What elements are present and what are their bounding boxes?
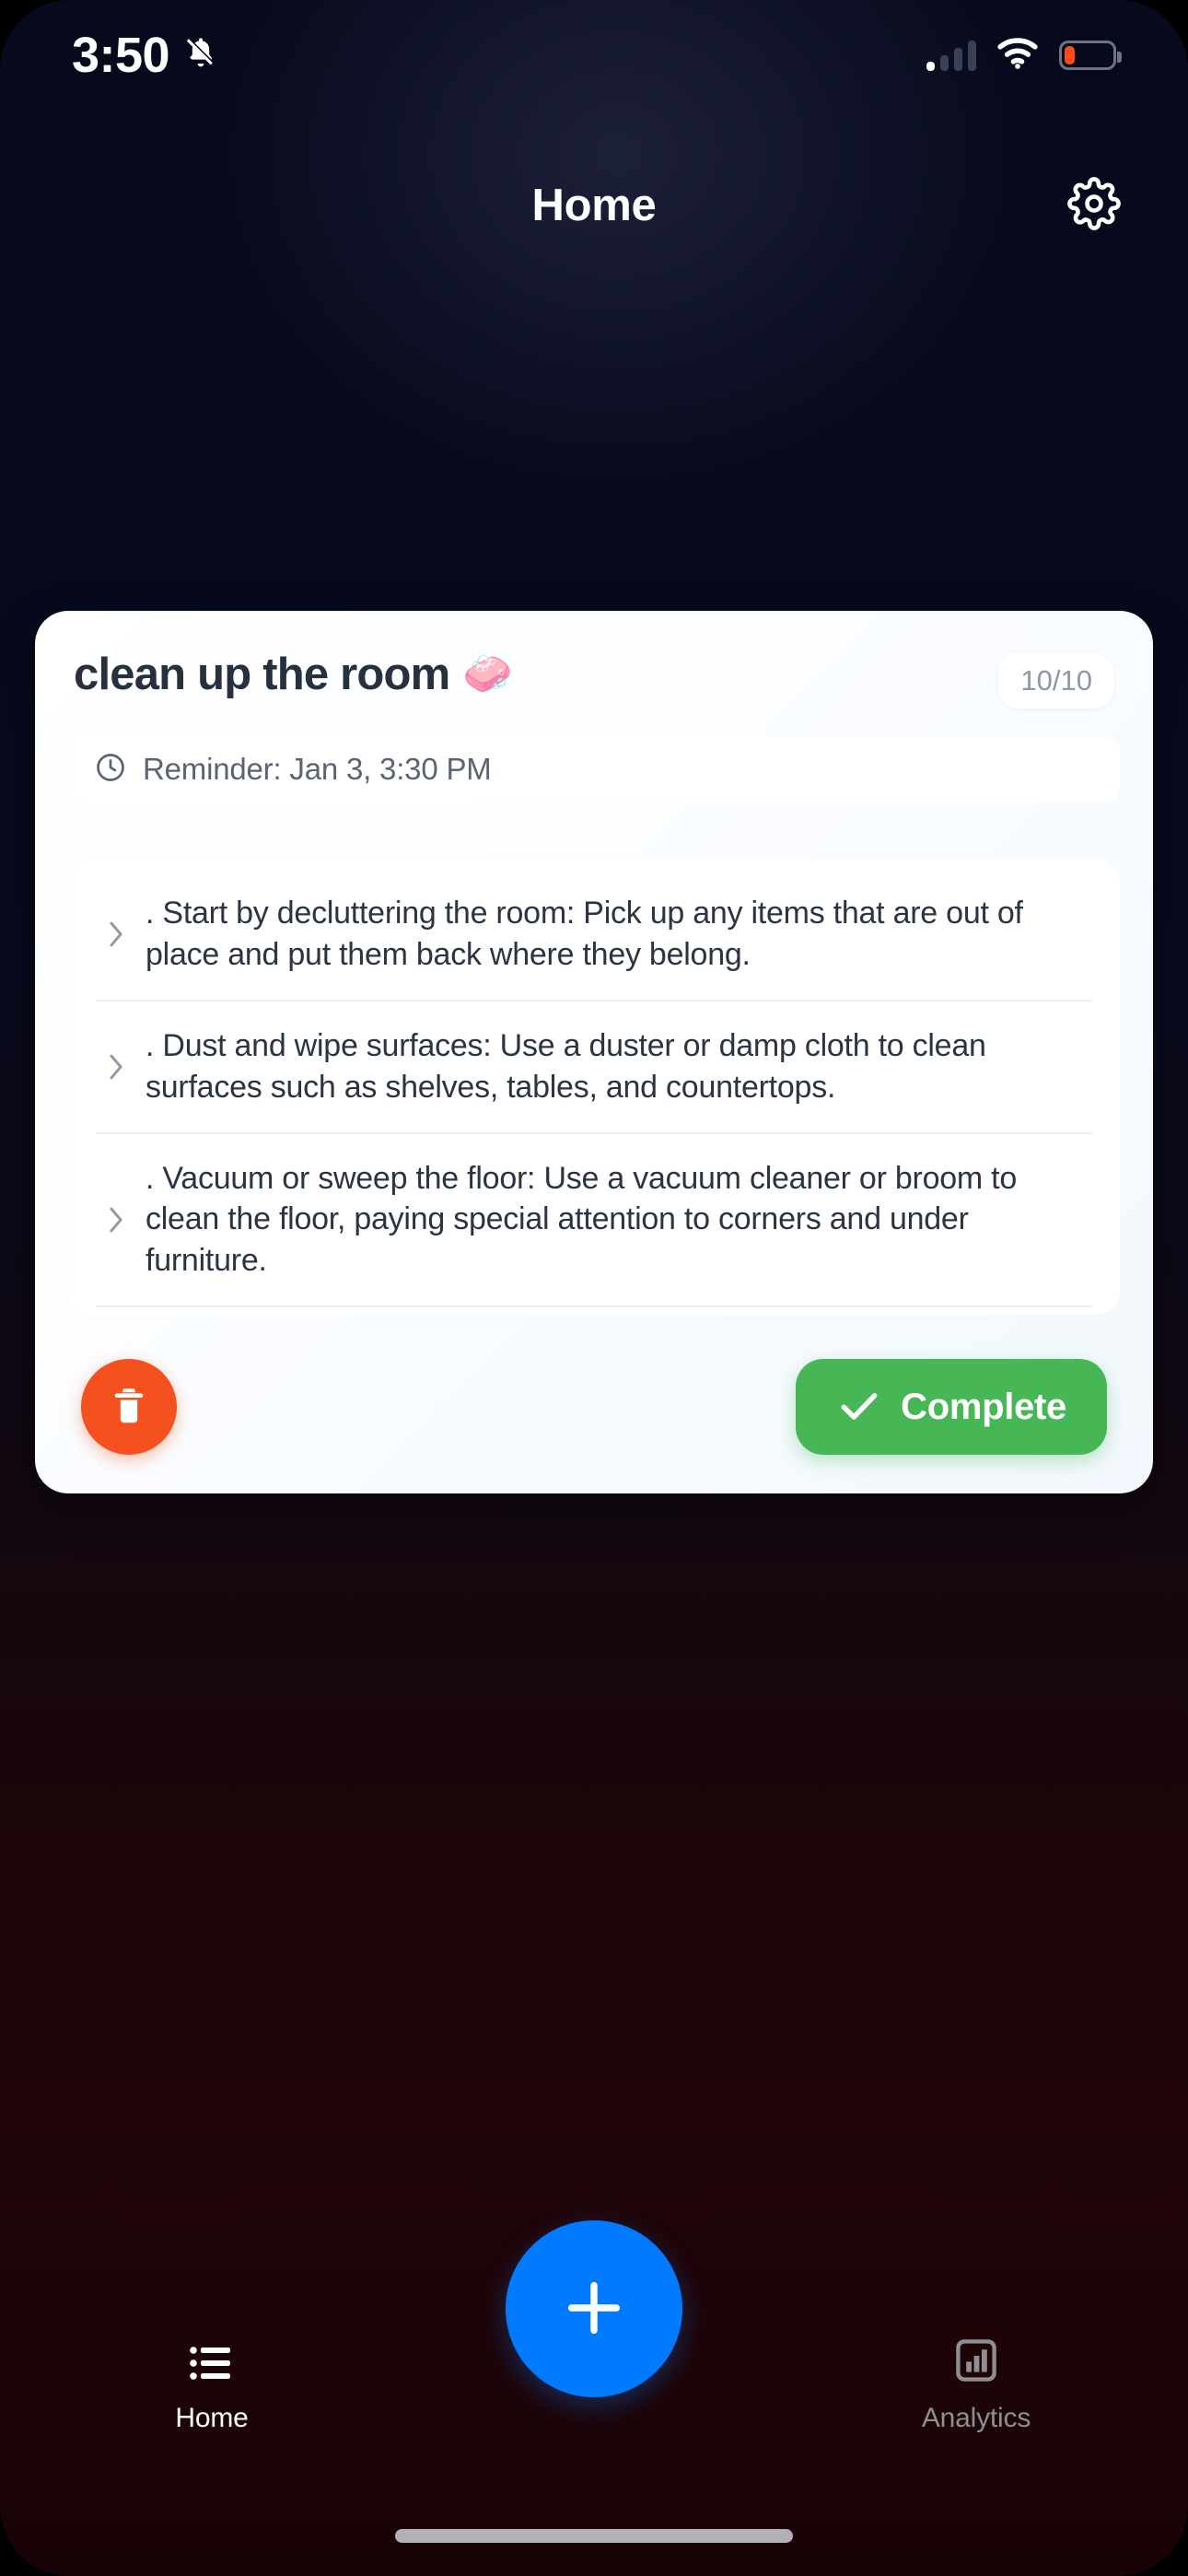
status-bar-clock: 3:50 (72, 28, 170, 83)
tab-home-label: Home (175, 2403, 249, 2433)
progress-badge: 10/10 (998, 653, 1114, 708)
battery-low-icon (1059, 41, 1122, 70)
delete-button[interactable] (81, 1359, 177, 1456)
tab-analytics-label: Analytics (921, 2403, 1031, 2433)
check-icon (836, 1383, 882, 1432)
card-actions: Complete (68, 1359, 1120, 1458)
soap-emoji-icon: 🧼 (462, 651, 513, 697)
task-title: clean up the room (74, 650, 450, 699)
plus-icon (558, 2272, 630, 2347)
clock-icon (94, 751, 127, 789)
wifi-icon (996, 37, 1039, 74)
chevron-right-icon (96, 919, 136, 950)
chevron-right-icon (96, 1051, 136, 1083)
bar-chart-icon (956, 2339, 996, 2386)
cellular-signal-icon (926, 40, 976, 71)
nav-header: Home (0, 155, 1188, 256)
step-text: . Start by decluttering the room: Pick u… (146, 896, 1023, 972)
page-title: Home (531, 181, 657, 230)
gear-icon (1067, 176, 1121, 235)
tab-analytics[interactable]: Analytics (875, 2339, 1077, 2434)
status-bar: 3:50 (0, 0, 1188, 111)
trash-icon (107, 1384, 151, 1431)
reminder-text: Reminder: Jan 3, 3:30 PM (143, 752, 492, 786)
complete-button-label: Complete (901, 1386, 1066, 1427)
bell-slash-icon (182, 35, 219, 76)
step-row[interactable]: . Vacuum or sweep the floor: Use a vacuu… (96, 1134, 1092, 1308)
status-bar-right (926, 37, 1122, 74)
chevron-right-icon (96, 1204, 136, 1235)
step-text: . Vacuum or sweep the floor: Use a vacuu… (146, 1160, 1018, 1279)
task-card-header: clean up the room 🧼 10/10 (68, 650, 1120, 708)
step-text: . Dust and wipe surfaces: Use a duster o… (146, 1027, 986, 1105)
reminder-row[interactable]: Reminder: Jan 3, 3:30 PM (68, 736, 1120, 802)
settings-button[interactable] (1061, 172, 1127, 239)
step-row[interactable]: . Start by decluttering the room: Pick u… (96, 869, 1092, 1001)
status-bar-left: 3:50 (72, 30, 219, 80)
phone-screen: 3:50 Home clean up the room 🧼 10/10 Remi… (0, 0, 1188, 2576)
task-title-row: clean up the room 🧼 (74, 650, 982, 700)
add-task-button[interactable] (506, 2220, 682, 2397)
complete-button[interactable]: Complete (796, 1359, 1107, 1456)
home-indicator[interactable] (395, 2529, 793, 2543)
list-icon (190, 2345, 234, 2386)
task-card[interactable]: clean up the room 🧼 10/10 Reminder: Jan … (35, 611, 1153, 1494)
steps-list: . Start by decluttering the room: Pick u… (68, 860, 1120, 1316)
tab-home[interactable]: Home (111, 2345, 313, 2434)
step-row[interactable]: . Dust and wipe surfaces: Use a duster o… (96, 1001, 1092, 1134)
